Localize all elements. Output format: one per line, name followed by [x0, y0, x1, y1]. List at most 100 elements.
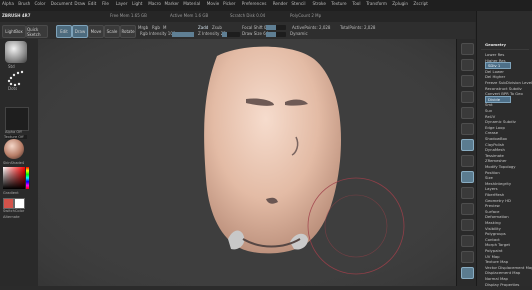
palette-item-shadowbox[interactable]: ShadowBox [485, 136, 507, 141]
rgb-toggle[interactable]: Rgb [152, 25, 160, 30]
palette-item-vector-displacement-map[interactable]: Vector Displacement Map [485, 265, 532, 270]
actual-icon[interactable] [461, 107, 474, 119]
palette-item-del-higher[interactable]: Del Higher [485, 74, 505, 79]
palette-item-modify-topology[interactable]: Modify Topology [485, 164, 516, 169]
palette-item-zremesher[interactable]: ZRemesher [485, 158, 507, 163]
menu-item-marker[interactable]: Marker [165, 1, 179, 6]
palette-item-deformation[interactable]: Deformation [485, 214, 509, 219]
move-button[interactable]: Move [88, 25, 104, 38]
palette-item-geometry-hd[interactable]: Geometry HD [485, 198, 511, 203]
palette-item-claypolish[interactable]: ClayPolish [485, 142, 504, 147]
brush-thumbnail[interactable] [5, 41, 27, 63]
palette-item-smt[interactable]: Smt [485, 102, 493, 107]
menu-item-file[interactable]: File [102, 1, 109, 6]
menu-item-texture[interactable]: Texture [331, 1, 346, 6]
scale-button[interactable]: Scale [104, 25, 120, 38]
secondary-color-swatch[interactable] [14, 198, 25, 209]
color-picker[interactable] [3, 167, 25, 189]
rgb-intensity-slider[interactable] [172, 32, 194, 37]
scale-icon[interactable] [461, 235, 474, 247]
alternate-label[interactable]: Alternate [3, 215, 20, 219]
menu-item-picker[interactable]: Picker [223, 1, 235, 6]
palette-item-suv[interactable]: Suv [485, 108, 492, 113]
palette-item-texture-map[interactable]: Texture Map [485, 259, 508, 264]
menu-item-alpha[interactable]: Alpha [2, 1, 14, 6]
bpr-icon[interactable] [461, 43, 474, 55]
persp-icon[interactable] [461, 139, 474, 151]
quick-sketch-button[interactable]: Quick Sketch [26, 25, 48, 38]
edit-button[interactable]: Edit [56, 25, 72, 38]
menu-item-layer[interactable]: Layer [116, 1, 128, 6]
local-icon[interactable] [461, 171, 474, 183]
palette-item-dynamic-subdiv[interactable]: Dynamic Subdiv [485, 119, 516, 124]
head-model[interactable] [204, 46, 341, 254]
z-intensity-slider[interactable] [222, 32, 240, 37]
zadd-toggle[interactable]: Zadd [198, 25, 208, 30]
palette-item-uv-map[interactable]: UV Map [485, 254, 500, 259]
menu-item-transform[interactable]: Transform [366, 1, 387, 6]
stroke-thumbnail[interactable] [4, 70, 28, 86]
menu-item-color[interactable]: Color [35, 1, 46, 6]
dynamic-toggle[interactable]: Dynamic [290, 31, 308, 36]
spix-icon[interactable] [461, 59, 474, 71]
xyz-icon[interactable] [461, 187, 474, 199]
draw-size-slider[interactable] [266, 32, 286, 37]
palette-item-morph-target[interactable]: Morph Target [485, 242, 510, 247]
menu-item-zscript[interactable]: Zscript [413, 1, 428, 6]
palette-item-crease[interactable]: Crease [485, 130, 498, 135]
rotate-button[interactable]: Rotate [120, 25, 136, 38]
palette-item-del-lower[interactable]: Del Lower [485, 69, 504, 74]
palette-item-visibility[interactable]: Visibility [485, 226, 501, 231]
alpha-thumbnail[interactable] [5, 107, 29, 131]
palette-item-edge-loop[interactable]: Edge Loop [485, 125, 505, 130]
switch-color-label[interactable]: SwitchColor [3, 209, 24, 213]
palette-item-dynamesh[interactable]: DynaMesh [485, 147, 505, 152]
palette-item-masking[interactable]: Masking [485, 220, 501, 225]
gradient-label[interactable]: Gradient [3, 191, 19, 195]
palette-item-size[interactable]: Size [485, 175, 493, 180]
polyf-icon[interactable] [461, 267, 474, 279]
zoom-icon[interactable] [461, 91, 474, 103]
palette-item-reconstruct-subdiv[interactable]: Reconstruct Subdiv [485, 86, 522, 91]
draw-button[interactable]: Draw [72, 25, 88, 38]
palette-item-position[interactable]: Position [485, 170, 500, 175]
menu-item-movie[interactable]: Movie [207, 1, 219, 6]
m-toggle[interactable]: M [163, 25, 166, 30]
menu-item-macro[interactable]: Macro [148, 1, 161, 6]
palette-item-displacement-map[interactable]: Displacement Map [485, 270, 520, 275]
move-icon[interactable] [461, 219, 474, 231]
hue-strip[interactable] [26, 167, 29, 189]
material-thumbnail[interactable] [4, 139, 24, 159]
palette-item-preview[interactable]: Preview [485, 203, 500, 208]
rotate-icon[interactable] [461, 251, 474, 263]
palette-item-normal-map[interactable]: Normal Map [485, 276, 508, 281]
menu-item-draw[interactable]: Draw [74, 1, 85, 6]
floor-icon[interactable] [461, 155, 474, 167]
menu-item-document[interactable]: Document [51, 1, 73, 6]
mrgb-toggle[interactable]: Mrgb [138, 25, 148, 30]
menu-item-brush[interactable]: Brush [18, 1, 30, 6]
menu-item-stencil[interactable]: Stencil [291, 1, 305, 6]
palette-item-fibermesh[interactable]: FiberMesh [485, 192, 504, 197]
menu-item-preferences[interactable]: Preferences [242, 1, 267, 6]
palette-item-reuv[interactable]: ReUV [485, 114, 495, 119]
palette-item-layers[interactable]: Layers [485, 186, 498, 191]
menu-item-tool[interactable]: Tool [352, 1, 360, 6]
menu-item-render[interactable]: Render [273, 1, 288, 6]
palette-item-polypaint[interactable]: Polypaint [485, 248, 502, 253]
viewport-canvas[interactable] [38, 39, 456, 286]
palette-item-tessimate[interactable]: Tessimate [485, 153, 504, 158]
menu-item-material[interactable]: Material [183, 1, 200, 6]
palette-item-freeze-subdivision-levels[interactable]: Freeze SubDivision Levels [485, 80, 532, 85]
palette-item-polygroups[interactable]: Polygroups [485, 231, 506, 236]
menu-item-light[interactable]: Light [132, 1, 142, 6]
aahalf-icon[interactable] [461, 123, 474, 135]
zsub-toggle[interactable]: Zsub [212, 25, 222, 30]
palette-item-surface[interactable]: Surface [485, 209, 499, 214]
menu-item-edit[interactable]: Edit [88, 1, 96, 6]
palette-item-meshintegrity[interactable]: MeshIntegrity [485, 181, 511, 186]
palette-item-contact[interactable]: Contact [485, 237, 500, 242]
scroll-icon[interactable] [461, 75, 474, 87]
lightbox-button[interactable]: LightBox [2, 25, 26, 38]
menu-item-stroke[interactable]: Stroke [313, 1, 326, 6]
